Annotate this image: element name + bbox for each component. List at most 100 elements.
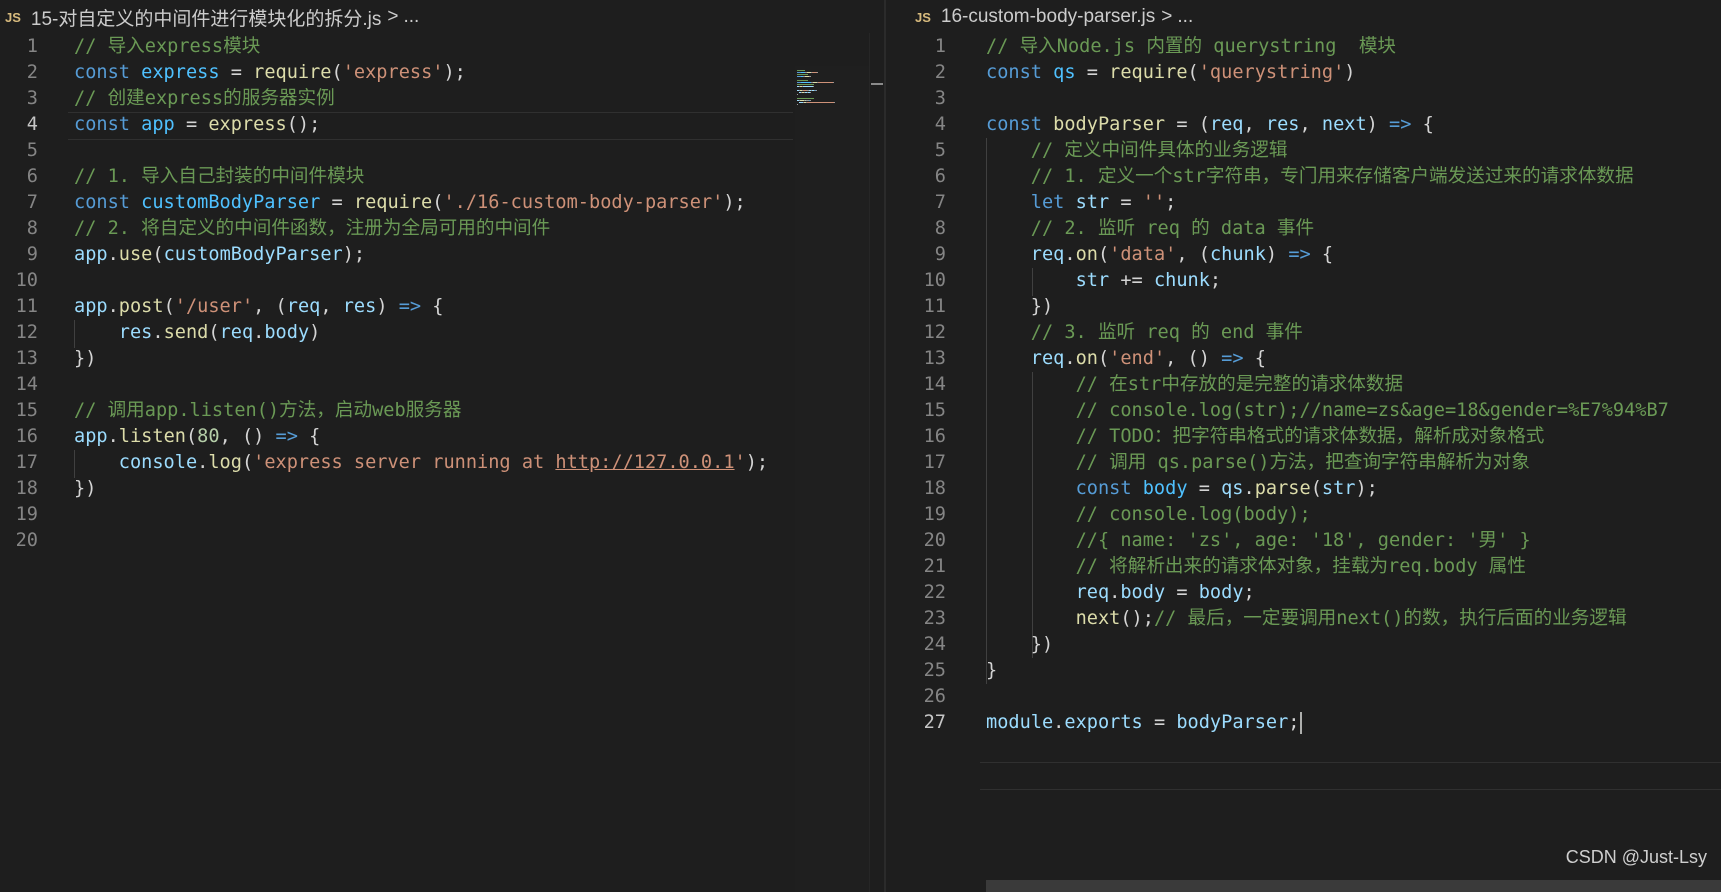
code-token: = [1075, 62, 1110, 83]
code-token: ); [1355, 478, 1378, 499]
line-number: 7 [934, 192, 946, 213]
code-token: . [107, 426, 119, 447]
chevron-right-icon: > [1161, 6, 1173, 27]
code-text: req.on('data', (chunk) => { [986, 241, 1333, 269]
code-token: 'express server running at [253, 452, 556, 473]
minimap-stroke [816, 90, 817, 91]
code-token: ) [1265, 244, 1289, 265]
code-token: ; [1165, 192, 1177, 213]
breadcrumb-filename[interactable]: 15-对自定义的中间件进行模块化的拆分.js [31, 4, 381, 31]
right-code-editor[interactable]: 1 // 导入Node.js 内置的 querystring 模块 2 const q… [886, 33, 1721, 892]
code-token: body [264, 322, 310, 343]
line-number: 1 [26, 36, 38, 57]
line-number: 12 [923, 322, 946, 343]
code-token: => [1221, 348, 1244, 369]
code-token: req [1075, 582, 1110, 603]
code-token: // 最后，一定要调用next()的数，执行后面的业务逻辑 [1153, 608, 1627, 629]
code-text: app.use(customBodyParser); [74, 241, 365, 269]
code-token: . [1064, 244, 1076, 265]
line-number: 11 [15, 296, 38, 317]
line-number: 27 [923, 712, 946, 733]
line-number: 10 [15, 270, 38, 291]
code-token: next [1075, 608, 1121, 629]
line-number: 24 [923, 634, 946, 655]
code-token: = [219, 62, 254, 83]
code-token: '/user' [174, 296, 254, 317]
code-token: ( [1097, 244, 1110, 265]
line-number: 4 [26, 114, 38, 135]
code-token: => [1288, 244, 1311, 265]
code-token: req [1209, 114, 1244, 135]
line-number: 25 [923, 660, 946, 681]
line-number: 22 [923, 582, 946, 603]
line-number: 8 [934, 218, 946, 239]
minimap-stroke [834, 102, 835, 103]
chevron-right-icon: > [387, 6, 399, 27]
code-token: . [107, 296, 119, 317]
code-text: }) [986, 293, 1053, 321]
code-token: ); [443, 62, 466, 83]
code-token: const [986, 114, 1054, 135]
line-number: 10 [923, 270, 946, 291]
left-code-editor[interactable]: 1// 导入express模块 2 const express = require(… [0, 33, 884, 892]
minimap-stroke [810, 92, 811, 93]
code-token: 'express' [342, 62, 444, 83]
line-number: 5 [934, 140, 946, 161]
breadcrumb-symbols[interactable]: ... [1177, 6, 1193, 28]
line-number: 11 [923, 296, 946, 317]
left-breadcrumb[interactable]: JS 15-对自定义的中间件进行模块化的拆分.js > ... [0, 0, 884, 34]
code-token: req [1030, 348, 1065, 369]
line-number: 20 [923, 530, 946, 551]
code-token: . [107, 244, 119, 265]
code-text: // console.log(str);//name=zs&age=18&gen… [986, 397, 1669, 425]
code-token: }) [74, 348, 97, 369]
code-token: send [163, 322, 209, 343]
code-text: const qs = require('querystring') [986, 59, 1355, 87]
left-vertical-scrollbar[interactable] [869, 33, 884, 892]
minimap-stroke [797, 74, 808, 75]
code-token: express [141, 62, 220, 83]
breadcrumb-symbols[interactable]: ... [403, 6, 419, 28]
line-number: 16 [15, 426, 38, 447]
right-editor-pane[interactable]: JS 16-custom-body-parser.js > ... 1 // 导入… [886, 0, 1721, 892]
right-breadcrumb[interactable]: JS 16-custom-body-parser.js > ... [886, 0, 1721, 34]
line-number: 9 [934, 244, 946, 265]
scroll-position-marker [871, 83, 883, 85]
left-editor-pane[interactable]: JS 15-对自定义的中间件进行模块化的拆分.js > ... 1 // 导入ex… [0, 0, 884, 892]
code-token: . [253, 322, 265, 343]
code-token: // 3. 监听 req 的 end 事件 [1030, 322, 1303, 343]
watermark: CSDN @Just-Lsy [1565, 847, 1707, 867]
code-token: += [1109, 270, 1154, 291]
line-number: 8 [26, 218, 38, 239]
code-token: str [1321, 478, 1356, 499]
right-horizontal-scrollbar[interactable] [986, 880, 1721, 892]
code-token: app [74, 296, 108, 317]
code-text: app.post('/user', (req, res) => { [74, 293, 444, 321]
line-number: 2 [26, 62, 38, 83]
code-token: => [275, 426, 298, 447]
code-text: str += chunk; [986, 267, 1222, 295]
code-token: res [118, 322, 153, 343]
code-token: ( [331, 62, 343, 83]
minimap-stroke [818, 82, 833, 83]
code-token: str [1075, 270, 1110, 291]
text-cursor [1299, 711, 1302, 734]
code-token: = [1142, 712, 1177, 733]
code-token: ( [208, 322, 220, 343]
code-text: }) [74, 345, 96, 373]
minimap-stroke [803, 86, 813, 87]
line-number: 18 [15, 478, 38, 499]
line-number: 3 [26, 88, 38, 109]
breadcrumb-filename[interactable]: 16-custom-body-parser.js [941, 6, 1155, 28]
line-number: 14 [15, 374, 38, 395]
left-minimap[interactable] [795, 66, 869, 892]
code-text: const bodyParser = (req, res, next) => { [986, 111, 1434, 139]
code-token: , [320, 296, 343, 317]
